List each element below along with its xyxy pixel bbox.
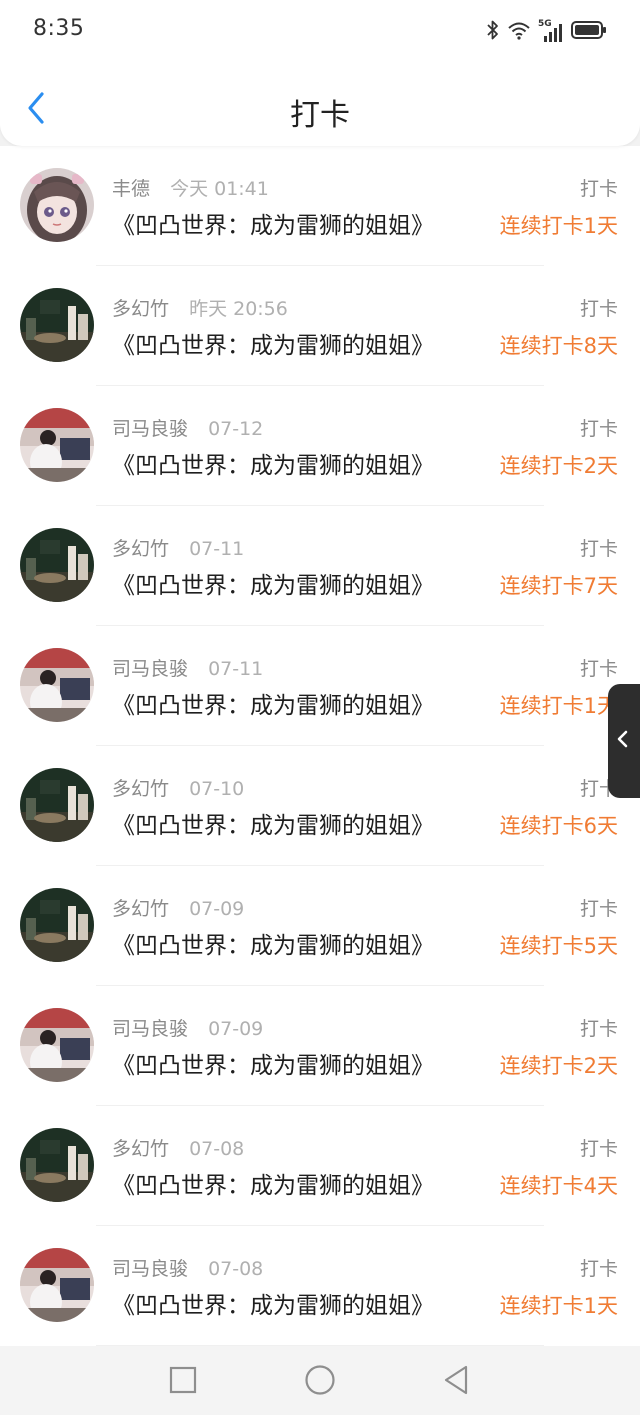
- action-label: 打卡: [579, 1018, 618, 1040]
- book-title[interactable]: 《凹凸世界：成为雷狮的姐姐》: [112, 566, 434, 600]
- avatar[interactable]: [20, 1008, 94, 1082]
- user-name[interactable]: 多幻竹: [112, 898, 169, 920]
- book-title[interactable]: 《凹凸世界：成为雷狮的姐姐》: [112, 926, 434, 960]
- user-name[interactable]: 多幻竹: [112, 538, 169, 560]
- avatar[interactable]: [20, 888, 94, 962]
- action-label: 打卡: [579, 1138, 618, 1160]
- row-meta: 多幻竹 07-10: [112, 774, 244, 801]
- book-title[interactable]: 《凹凸世界：成为雷狮的姐姐》: [112, 1166, 434, 1200]
- streak-label: 连续打卡7天: [499, 574, 618, 598]
- system-nav-bar: [0, 1346, 640, 1415]
- post-time: 07-11: [208, 658, 264, 680]
- checkin-row[interactable]: 司马良骏 07-09 《凹凸世界：成为雷狮的姐姐》 打卡 连续打卡2天: [0, 986, 640, 1106]
- streak-label: 连续打卡2天: [499, 454, 618, 478]
- checkin-row[interactable]: 多幻竹 昨天 20:56 《凹凸世界：成为雷狮的姐姐》 打卡 连续打卡8天: [0, 266, 640, 386]
- avatar[interactable]: [20, 168, 94, 242]
- user-name[interactable]: 司马良骏: [112, 1018, 188, 1040]
- post-time: 昨天 20:56: [189, 298, 288, 320]
- user-name[interactable]: 司马良骏: [112, 418, 188, 440]
- page-title: 打卡: [290, 98, 350, 133]
- row-meta: 多幻竹 07-08: [112, 1134, 244, 1161]
- post-time: 07-09: [189, 898, 245, 920]
- status-icons: 5G: [486, 18, 607, 46]
- recent-apps-button[interactable]: [163, 1362, 203, 1402]
- home-circle-icon: [304, 1364, 336, 1400]
- checkin-list: 丰德 今天 01:41 《凹凸世界：成为雷狮的姐姐》 打卡 连续打卡1天 多幻竹…: [0, 146, 640, 1346]
- streak-label: 连续打卡1天: [499, 694, 618, 718]
- action-label: 打卡: [579, 538, 618, 560]
- checkin-row[interactable]: 丰德 今天 01:41 《凹凸世界：成为雷狮的姐姐》 打卡 连续打卡1天: [0, 146, 640, 266]
- action-label: 打卡: [579, 178, 618, 200]
- chevron-left-icon: [616, 729, 630, 753]
- post-time: 07-08: [208, 1258, 264, 1280]
- avatar[interactable]: [20, 648, 94, 722]
- user-name[interactable]: 多幻竹: [112, 298, 169, 320]
- streak-label: 连续打卡4天: [499, 1174, 618, 1198]
- status-time: 8:35: [33, 16, 85, 41]
- back-triangle-icon: [441, 1364, 471, 1400]
- checkin-row[interactable]: 多幻竹 07-08 《凹凸世界：成为雷狮的姐姐》 打卡 连续打卡4天: [0, 1106, 640, 1226]
- book-title[interactable]: 《凹凸世界：成为雷狮的姐姐》: [112, 326, 434, 360]
- row-meta: 司马良骏 07-08: [112, 1254, 263, 1281]
- user-name[interactable]: 司马良骏: [112, 658, 188, 680]
- signal-5g-icon: 5G: [538, 19, 564, 43]
- user-name[interactable]: 多幻竹: [112, 778, 169, 800]
- post-time: 07-12: [208, 418, 264, 440]
- row-meta: 多幻竹 07-09: [112, 894, 244, 921]
- avatar[interactable]: [20, 1248, 94, 1322]
- wifi-icon: [507, 20, 531, 44]
- book-title[interactable]: 《凹凸世界：成为雷狮的姐姐》: [112, 686, 434, 720]
- book-title[interactable]: 《凹凸世界：成为雷狮的姐姐》: [112, 1286, 434, 1320]
- streak-label: 连续打卡1天: [499, 1294, 618, 1318]
- recent-apps-square-icon: [169, 1366, 197, 1398]
- action-label: 打卡: [579, 898, 618, 920]
- header-card: 8:35 5G 打卡: [0, 0, 640, 146]
- action-label: 打卡: [579, 658, 618, 680]
- home-button[interactable]: [300, 1362, 340, 1402]
- system-back-button[interactable]: [436, 1362, 476, 1402]
- post-time: 07-11: [189, 538, 245, 560]
- post-time: 07-08: [189, 1138, 245, 1160]
- bluetooth-icon: [486, 19, 500, 45]
- row-meta: 丰德 今天 01:41: [112, 174, 269, 201]
- row-meta: 多幻竹 昨天 20:56: [112, 294, 288, 321]
- post-time: 今天 01:41: [170, 178, 269, 200]
- streak-label: 连续打卡8天: [499, 334, 618, 358]
- streak-label: 连续打卡2天: [499, 1054, 618, 1078]
- post-time: 07-09: [208, 1018, 264, 1040]
- nav-bar: 打卡: [0, 76, 640, 140]
- checkin-row[interactable]: 多幻竹 07-09 《凹凸世界：成为雷狮的姐姐》 打卡 连续打卡5天: [0, 866, 640, 986]
- row-meta: 司马良骏 07-09: [112, 1014, 263, 1041]
- book-title[interactable]: 《凹凸世界：成为雷狮的姐姐》: [112, 806, 434, 840]
- checkin-row[interactable]: 多幻竹 07-11 《凹凸世界：成为雷狮的姐姐》 打卡 连续打卡7天: [0, 506, 640, 626]
- avatar[interactable]: [20, 408, 94, 482]
- battery-icon: [571, 20, 607, 44]
- avatar[interactable]: [20, 1128, 94, 1202]
- user-name[interactable]: 司马良骏: [112, 1258, 188, 1280]
- checkin-row[interactable]: 多幻竹 07-10 《凹凸世界：成为雷狮的姐姐》 打卡 连续打卡6天: [0, 746, 640, 866]
- book-title[interactable]: 《凹凸世界：成为雷狮的姐姐》: [112, 446, 434, 480]
- avatar[interactable]: [20, 528, 94, 602]
- status-bar: 8:35 5G: [0, 0, 640, 64]
- book-title[interactable]: 《凹凸世界：成为雷狮的姐姐》: [112, 206, 434, 240]
- avatar[interactable]: [20, 768, 94, 842]
- user-name[interactable]: 多幻竹: [112, 1138, 169, 1160]
- checkin-row[interactable]: 司马良骏 07-08 《凹凸世界：成为雷狮的姐姐》 打卡 连续打卡1天: [0, 1226, 640, 1346]
- row-meta: 多幻竹 07-11: [112, 534, 244, 561]
- post-time: 07-10: [189, 778, 245, 800]
- row-meta: 司马良骏 07-12: [112, 414, 263, 441]
- user-name[interactable]: 丰德: [112, 178, 150, 200]
- action-label: 打卡: [579, 298, 618, 320]
- checkin-row[interactable]: 司马良骏 07-11 《凹凸世界：成为雷狮的姐姐》 打卡 连续打卡1天: [0, 626, 640, 746]
- action-label: 打卡: [579, 418, 618, 440]
- book-title[interactable]: 《凹凸世界：成为雷狮的姐姐》: [112, 1046, 434, 1080]
- streak-label: 连续打卡1天: [499, 214, 618, 238]
- action-label: 打卡: [579, 1258, 618, 1280]
- streak-label: 连续打卡5天: [499, 934, 618, 958]
- avatar[interactable]: [20, 288, 94, 362]
- side-panel-handle[interactable]: [608, 684, 640, 798]
- row-meta: 司马良骏 07-11: [112, 654, 263, 681]
- checkin-row[interactable]: 司马良骏 07-12 《凹凸世界：成为雷狮的姐姐》 打卡 连续打卡2天: [0, 386, 640, 506]
- streak-label: 连续打卡6天: [499, 814, 618, 838]
